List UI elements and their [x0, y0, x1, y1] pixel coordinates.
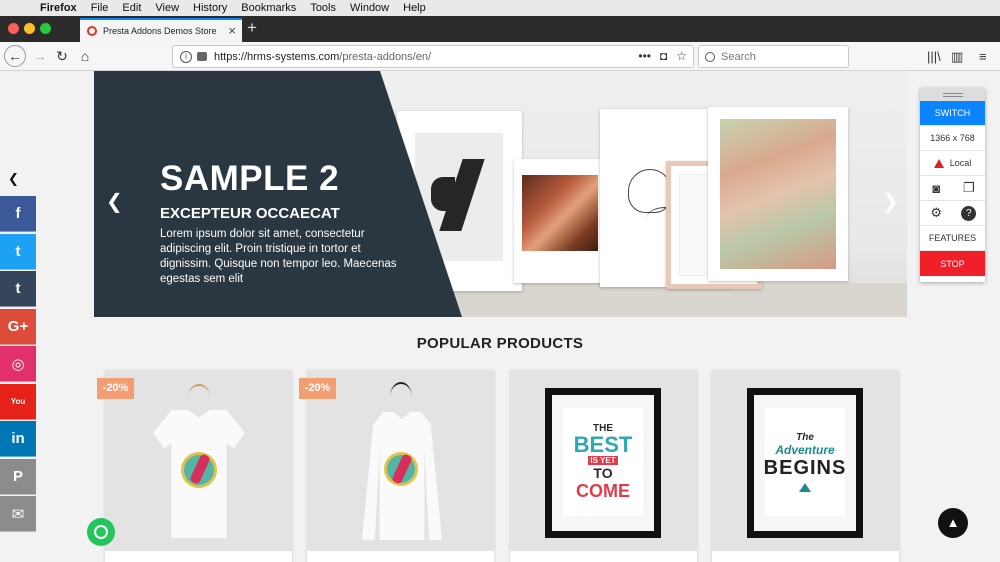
hero-subtitle: EXCEPTEUR OCCAECAT	[160, 205, 340, 222]
social-youtube-icon[interactable]: You	[0, 383, 36, 420]
drag-handle[interactable]	[920, 88, 985, 101]
menu-window[interactable]: Window	[350, 2, 389, 14]
url-path: /presta-addons/en/	[339, 50, 432, 63]
section-title: POPULAR PRODUCTS	[416, 335, 584, 352]
stop-button[interactable]: STOP	[920, 251, 985, 276]
poster-line: The	[796, 432, 814, 443]
tool-row-1: ◙ ❐	[920, 176, 985, 201]
menu-app-name[interactable]: Firefox	[40, 2, 77, 14]
menu-view[interactable]: View	[155, 2, 179, 14]
hero-title: SAMPLE 2	[160, 159, 340, 198]
menu-tools[interactable]: Tools	[310, 2, 336, 14]
lock-icon[interactable]	[197, 52, 207, 61]
tent-icon	[799, 483, 811, 492]
hanger-shape	[188, 384, 210, 410]
hamburger-menu-icon[interactable]: ≡	[979, 49, 987, 64]
discount-badge: -20%	[97, 378, 134, 399]
home-button[interactable]: ⌂	[75, 46, 95, 66]
menu-file[interactable]: File	[91, 2, 109, 14]
picture-frame	[514, 159, 606, 283]
tab-strip: Presta Addons Demos Store × +	[0, 16, 1000, 42]
address-bar-actions: ••• ◘ ☆	[638, 49, 687, 63]
poster-art: THE BEST IS YET TO COME	[563, 408, 643, 516]
library-icon[interactable]: |||\	[927, 49, 941, 64]
help-icon[interactable]: ?	[953, 201, 986, 225]
new-tab-button[interactable]: +	[247, 18, 257, 38]
back-button[interactable]: ←	[4, 45, 26, 67]
pocket-icon[interactable]: ◘	[660, 49, 667, 63]
poster-frame: The Adventure BEGINS	[747, 388, 863, 538]
url-text[interactable]: https://hrms-systems.com/presta-addons/e…	[214, 51, 431, 63]
url-host: https://hrms-systems.com	[214, 50, 340, 63]
slider-next-icon[interactable]: ❯	[882, 189, 899, 214]
menu-history[interactable]: History	[193, 2, 227, 14]
collapse-social-icon[interactable]: ❮	[8, 171, 19, 187]
social-twitter-icon[interactable]: t	[0, 233, 36, 270]
navigation-toolbar: ← → ↻ ⌂ i https://hrms-systems.com/prest…	[0, 42, 1000, 71]
warning-icon	[933, 158, 944, 168]
product-card[interactable]: The Adventure BEGINS	[712, 370, 899, 562]
bookmark-star-icon[interactable]: ☆	[676, 49, 687, 63]
product-image[interactable]: The Adventure BEGINS	[712, 370, 899, 551]
product-card[interactable]: -20%	[299, 370, 494, 562]
environment-status: Local	[920, 151, 985, 176]
resolution-label: 1366 x 768	[920, 126, 985, 151]
product-card[interactable]: THE BEST IS YET TO COME	[510, 370, 697, 562]
page-actions-icon[interactable]: •••	[638, 49, 651, 63]
poster-frame: THE BEST IS YET TO COME	[545, 388, 661, 538]
social-email-icon[interactable]: ✉	[0, 496, 36, 532]
camera-icon[interactable]: ◙	[920, 176, 953, 200]
site-info-icon[interactable]: i	[180, 50, 192, 63]
poster-line: IS YET	[588, 455, 618, 465]
slider-prev-icon[interactable]: ❮	[106, 189, 123, 214]
hero-slider[interactable]: ❮ ❯ SAMPLE 2 EXCEPTEUR OCCAECAT Lorem ip…	[94, 71, 907, 317]
web-page: ❮ ❯ SAMPLE 2 EXCEPTEUR OCCAECAT Lorem ip…	[0, 71, 1000, 562]
poster-line: BEGINS	[763, 457, 847, 479]
features-button[interactable]: FEATURES	[920, 226, 985, 251]
sidebar-icon[interactable]: ▥	[951, 49, 963, 65]
discount-badge: -20%	[299, 378, 336, 399]
menu-bookmarks[interactable]: Bookmarks	[241, 2, 296, 14]
poster-line: TO	[593, 464, 613, 481]
product-image[interactable]: THE BEST IS YET TO COME	[510, 370, 697, 551]
forward-button[interactable]: →	[30, 46, 50, 66]
menu-edit[interactable]: Edit	[122, 2, 141, 14]
window-close-button[interactable]	[8, 23, 19, 34]
layers-icon[interactable]: ❐	[953, 176, 986, 200]
responsive-tool-panel: SWITCH 1366 x 768 Local ◙ ❐ ⚙ ? FEATURES…	[920, 88, 985, 282]
social-pinterest-icon[interactable]: P	[0, 458, 36, 495]
hero-text: Lorem ipsum dolor sit amet, consectetur …	[160, 228, 397, 285]
tab-close-icon[interactable]: ×	[228, 23, 236, 38]
poster-line: Adventure	[775, 443, 835, 457]
search-input[interactable]: Search	[698, 45, 849, 68]
window-zoom-button[interactable]	[40, 23, 51, 34]
social-facebook-icon[interactable]: f	[0, 196, 36, 232]
site-favicon-icon	[87, 26, 97, 36]
window-minimize-button[interactable]	[24, 23, 35, 34]
switch-button[interactable]: SWITCH	[920, 101, 985, 126]
whatsapp-chat-icon[interactable]	[87, 518, 115, 546]
poster-art: The Adventure BEGINS	[763, 408, 847, 516]
social-tumblr-icon[interactable]: t	[0, 271, 36, 307]
address-bar[interactable]: i https://hrms-systems.com/presta-addons…	[172, 45, 694, 68]
hanger-shape	[390, 382, 412, 412]
poster-line: BEST	[573, 431, 633, 457]
tool-row-2: ⚙ ?	[920, 201, 985, 226]
tab-title: Presta Addons Demos Store	[103, 26, 217, 36]
os-menu-bar: Firefox File Edit View History Bookmarks…	[0, 0, 1000, 16]
back-to-top-icon[interactable]: ▲	[938, 508, 968, 538]
picture-frame	[708, 107, 848, 281]
search-placeholder: Search	[721, 50, 756, 63]
search-icon	[705, 51, 715, 62]
menu-help[interactable]: Help	[403, 2, 426, 14]
social-linkedin-icon[interactable]: in	[0, 421, 36, 457]
browser-tab-active[interactable]: Presta Addons Demos Store ×	[80, 18, 242, 42]
environment-label: Local	[949, 158, 972, 168]
reload-button[interactable]: ↻	[52, 46, 72, 66]
settings-gear-icon[interactable]: ⚙	[920, 201, 953, 225]
product-card[interactable]: -20%	[97, 370, 292, 562]
poster-line: COME	[576, 480, 630, 501]
